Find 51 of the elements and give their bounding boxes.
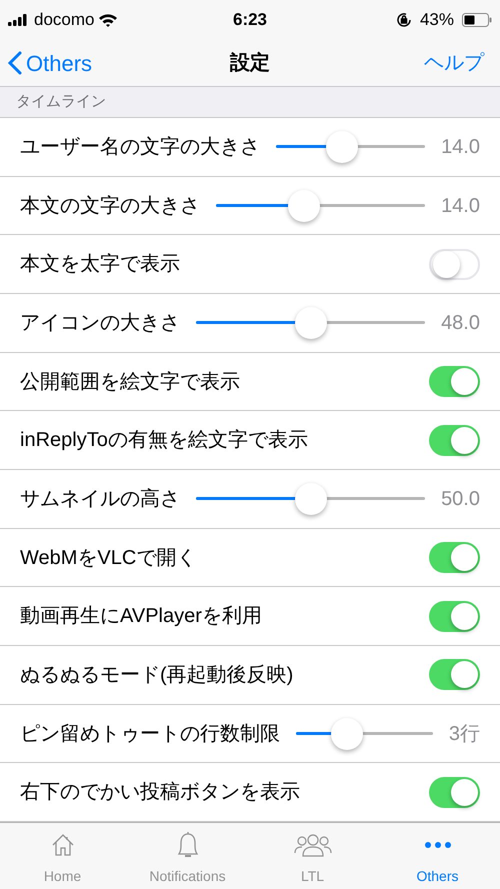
- slider-thumb[interactable]: [288, 190, 320, 222]
- back-button[interactable]: Others: [8, 46, 92, 80]
- slider[interactable]: [276, 130, 426, 163]
- slider[interactable]: [196, 306, 426, 339]
- slider-thumb[interactable]: [326, 130, 358, 163]
- tab-item[interactable]: Home: [0, 823, 125, 889]
- battery-icon: [462, 13, 492, 27]
- battery-percent: 43%: [420, 9, 454, 32]
- slider-value: 14.0: [441, 194, 480, 219]
- toggle-switch[interactable]: [429, 366, 480, 398]
- more-icon: [424, 841, 452, 849]
- wifi-icon: [98, 12, 118, 28]
- tab-item[interactable]: Others: [375, 823, 500, 889]
- slider-value: 48.0: [441, 310, 480, 336]
- setting-label: 本文を太字で表示: [20, 252, 180, 278]
- tab-item[interactable]: LTL: [250, 823, 375, 889]
- toggle-switch[interactable]: [429, 659, 480, 690]
- setting-label: ピン留めトゥートの行数制限: [20, 722, 280, 747]
- setting-label: ユーザー名の文字の大きさ: [20, 134, 260, 160]
- rotation-lock-icon: [396, 12, 412, 28]
- slider[interactable]: [216, 190, 426, 222]
- setting-label: 動画再生にAVPlayerを利用: [20, 604, 262, 630]
- slider-value: 3行: [448, 722, 480, 747]
- slider-value: 14.0: [441, 134, 480, 160]
- slider[interactable]: [196, 482, 426, 515]
- status-time: 6:23: [232, 9, 268, 32]
- toggle-switch[interactable]: [429, 600, 480, 632]
- people-icon: [294, 832, 332, 858]
- slider[interactable]: [296, 718, 433, 750]
- tab-item[interactable]: Notifications: [125, 823, 250, 889]
- chevron-left-icon: [8, 51, 22, 75]
- setting-label: ぬるぬるモード(再起動後反映): [20, 662, 294, 688]
- toggle-switch[interactable]: [429, 776, 480, 808]
- carrier-name: docomo: [34, 9, 94, 32]
- toggle-switch[interactable]: [429, 542, 480, 574]
- setting-label: 公開範囲を絵文字で表示: [20, 370, 240, 395]
- setting-label: 右下のでかい投稿ボタンを表示: [20, 780, 300, 806]
- toggle-switch[interactable]: [429, 424, 480, 456]
- setting-label: サムネイルの高さ: [20, 486, 180, 512]
- setting-label: WebMをVLCで開く: [20, 546, 196, 571]
- nav-title: 設定: [230, 50, 270, 76]
- setting-label: アイコンの大きさ: [20, 310, 180, 336]
- slider-value: 50.0: [441, 486, 480, 512]
- setting-label: inReplyToの有無を絵文字で表示: [20, 428, 308, 454]
- setting-label: 本文の文字の大きさ: [20, 194, 200, 219]
- slider-thumb[interactable]: [330, 718, 363, 750]
- help-button[interactable]: ヘルプ: [424, 48, 484, 78]
- toggle-switch[interactable]: [429, 248, 480, 280]
- section-header: タイムライン: [16, 92, 106, 112]
- slider-thumb[interactable]: [294, 306, 327, 339]
- slider-thumb[interactable]: [294, 482, 327, 515]
